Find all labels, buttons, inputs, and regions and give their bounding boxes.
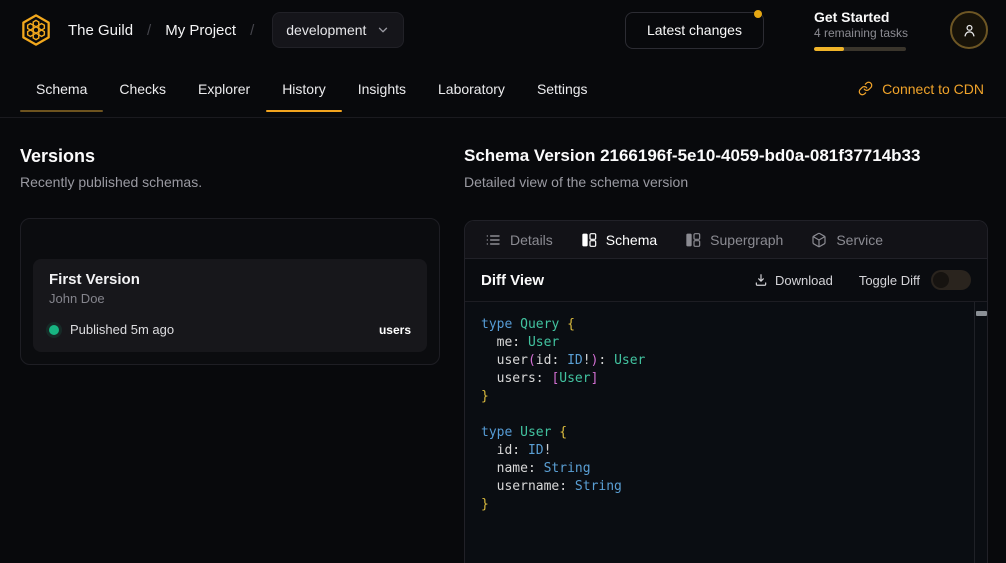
chevron-down-icon <box>376 23 390 37</box>
download-icon <box>754 273 768 287</box>
latest-changes-button[interactable]: Latest changes <box>625 12 764 49</box>
detail-tab-bar: Details Schema <box>465 221 987 259</box>
code-line: type User { <box>481 424 961 442</box>
code-line: } <box>481 388 961 406</box>
diff-view-header: Diff View Download Toggle Diff <box>465 259 987 302</box>
nav-tab-label: Laboratory <box>438 81 505 97</box>
target-select[interactable]: development <box>272 12 404 48</box>
version-list-item[interactable]: First Version John Doe Published 5m ago … <box>33 259 427 352</box>
columns-icon <box>581 232 597 248</box>
published-status-dot <box>49 325 59 335</box>
toggle-diff-label: Toggle Diff <box>859 273 920 288</box>
breadcrumb-project[interactable]: My Project <box>165 22 236 39</box>
cube-icon <box>811 232 827 248</box>
breadcrumb-org[interactable]: The Guild <box>68 22 133 39</box>
nav-tab-label: History <box>282 81 326 97</box>
nav-tab-history[interactable]: History <box>266 60 342 117</box>
get-started-progressbar <box>814 47 906 51</box>
version-detail-section: Schema Version 2166196f-5e10-4059-bd0a-0… <box>464 144 988 563</box>
nav-tab-laboratory[interactable]: Laboratory <box>422 60 521 117</box>
code-line: type Query { <box>481 316 961 334</box>
person-icon <box>961 22 978 39</box>
tab-label: Schema <box>606 232 657 248</box>
version-detail-subtitle: Detailed view of the schema version <box>464 172 988 192</box>
nav-tab-insights[interactable]: Insights <box>342 60 422 117</box>
version-detail-title: Schema Version 2166196f-5e10-4059-bd0a-0… <box>464 144 988 168</box>
connect-to-cdn-link[interactable]: Connect to CDN <box>856 60 986 117</box>
tab-details[interactable]: Details <box>471 221 567 258</box>
nav-tab-checks[interactable]: Checks <box>103 60 182 117</box>
nav-spacer <box>604 60 857 117</box>
versions-list-card: First Version John Doe Published 5m ago … <box>20 218 440 365</box>
app-window: The Guild / My Project / development Lat… <box>0 0 1006 563</box>
versions-subtitle: Recently published schemas. <box>20 172 440 192</box>
code-line: name: String <box>481 460 961 478</box>
main-content: Versions Recently published schemas. Fir… <box>0 118 1006 563</box>
get-started-title: Get Started <box>814 9 908 25</box>
notification-dot <box>754 10 762 18</box>
versions-title: Versions <box>20 144 440 168</box>
download-label: Download <box>775 273 833 288</box>
code-lines: type Query {me: Useruser(id: ID!): Useru… <box>481 316 961 514</box>
version-name: First Version <box>49 271 411 288</box>
tab-label: Supergraph <box>710 232 783 248</box>
honeycomb-logo-icon <box>19 13 53 47</box>
tab-underline <box>20 110 103 112</box>
nav-tab-label: Schema <box>36 81 87 97</box>
nav-tab-label: Checks <box>119 81 166 97</box>
connect-to-cdn-label: Connect to CDN <box>882 81 984 97</box>
code-scrollbar-thumb[interactable] <box>976 311 987 316</box>
toggle-diff-switch[interactable] <box>931 270 971 290</box>
code-line: id: ID! <box>481 442 961 460</box>
nav-tab-settings[interactable]: Settings <box>521 60 604 117</box>
code-scrollbar[interactable] <box>974 302 987 563</box>
primary-nav: Schema Checks Explorer History Insights … <box>0 60 1006 118</box>
nav-tab-label: Settings <box>537 81 588 97</box>
code-line: username: String <box>481 478 961 496</box>
get-started-progress-fill <box>814 47 844 51</box>
columns-icon <box>685 232 701 248</box>
toggle-knob <box>933 272 949 288</box>
tab-schema[interactable]: Schema <box>567 221 671 258</box>
diff-view-title: Diff View <box>481 272 544 289</box>
published-status-text: Published 5m ago <box>70 322 174 337</box>
tab-label: Details <box>510 232 553 248</box>
target-select-value: development <box>286 22 366 38</box>
code-line: } <box>481 496 961 514</box>
get-started-subtitle: 4 remaining tasks <box>814 26 908 40</box>
breadcrumb-separator: / <box>147 22 151 39</box>
version-author: John Doe <box>49 291 411 306</box>
tab-service[interactable]: Service <box>797 221 897 258</box>
versions-section: Versions Recently published schemas. Fir… <box>20 144 440 563</box>
code-line: users: [User] <box>481 370 961 388</box>
nav-tab-label: Explorer <box>198 81 250 97</box>
tab-label: Service <box>836 232 883 248</box>
top-header: The Guild / My Project / development Lat… <box>0 0 1006 60</box>
list-icon <box>485 232 501 248</box>
code-line: user(id: ID!): User <box>481 352 961 370</box>
breadcrumb-separator: / <box>250 22 254 39</box>
code-line <box>481 406 961 424</box>
link-icon <box>858 81 873 96</box>
service-badge: users <box>379 323 411 337</box>
version-detail-panel: Details Schema <box>464 220 988 563</box>
download-button[interactable]: Download <box>754 273 833 288</box>
nav-tab-label: Insights <box>358 81 406 97</box>
code-line: me: User <box>481 334 961 352</box>
schema-sdl-code-viewer: type Query {me: Useruser(id: ID!): Useru… <box>465 302 987 563</box>
nav-tab-explorer[interactable]: Explorer <box>182 60 266 117</box>
nav-tab-schema[interactable]: Schema <box>20 60 103 117</box>
tab-supergraph[interactable]: Supergraph <box>671 221 797 258</box>
get-started-widget[interactable]: Get Started 4 remaining tasks <box>814 9 908 51</box>
latest-changes-label: Latest changes <box>647 22 742 38</box>
user-avatar[interactable] <box>950 11 988 49</box>
hive-logo[interactable] <box>18 12 54 48</box>
tab-underline-active <box>266 110 342 112</box>
